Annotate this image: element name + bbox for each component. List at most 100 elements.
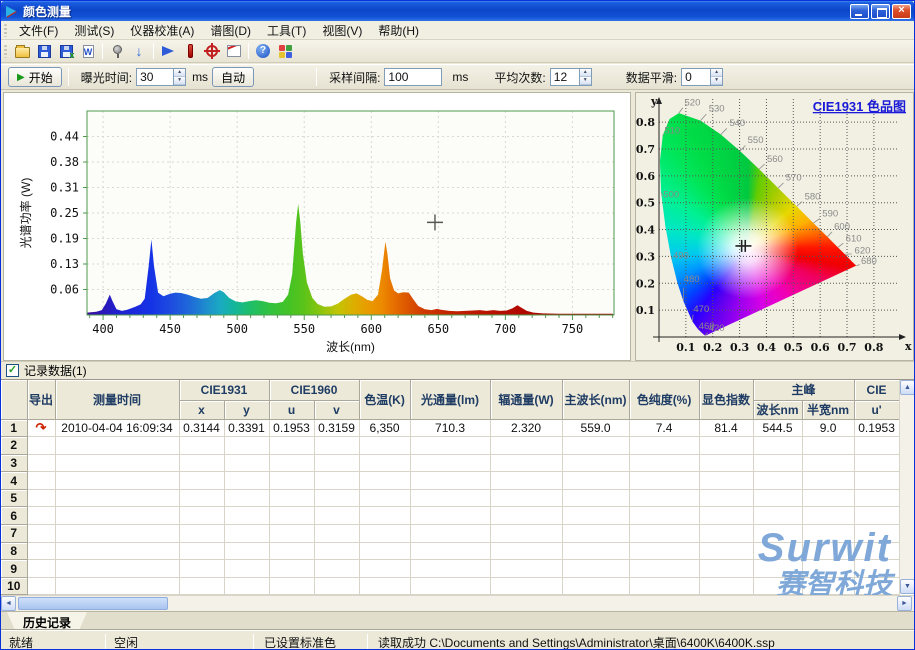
data-cell <box>314 472 359 490</box>
data-cell: 0.1953 <box>269 419 314 437</box>
spectrum-chart[interactable]: 4004505005506006507007500.060.130.190.25… <box>3 92 631 361</box>
download-arrow-icon[interactable]: ↓ <box>128 41 150 61</box>
menu-item-7[interactable]: 帮助(H) <box>370 20 427 41</box>
lamp-icon[interactable] <box>106 41 128 61</box>
toolbar-grip[interactable] <box>4 45 7 58</box>
thermometer-icon[interactable] <box>179 41 201 61</box>
header-radiant-flux[interactable]: 辐通量(W) <box>490 380 562 419</box>
export-arrow-icon[interactable]: ↷ <box>36 420 47 436</box>
header-peak-wl[interactable]: 波长nm <box>753 400 802 419</box>
table-row[interactable]: 4 <box>1 472 899 490</box>
table-row[interactable]: 1↷2010-04-04 16:09:340.31440.33910.19530… <box>1 419 899 437</box>
header-group-cie[interactable]: CIE <box>854 380 899 400</box>
exposure-input[interactable]: 30 <box>136 68 174 86</box>
spectrum-chart-icon[interactable] <box>223 41 245 61</box>
header-export[interactable]: 导出 <box>27 380 55 419</box>
exposure-spinner[interactable]: ▲▼ <box>174 68 186 86</box>
menu-item-6[interactable]: 视图(V) <box>314 20 370 41</box>
table-row[interactable]: 2 <box>1 437 899 455</box>
table-horizontal-scrollbar[interactable]: ◄ ► <box>1 595 914 611</box>
header-group-cie1931[interactable]: CIE1931 <box>179 380 269 400</box>
cie-chromaticity-chart[interactable]: 0.10.10.20.20.30.30.40.40.50.50.60.60.70… <box>635 92 914 361</box>
header-time[interactable]: 测量时间 <box>55 380 179 419</box>
table-row[interactable]: 5 <box>1 489 899 507</box>
scroll-right-button[interactable]: ► <box>897 596 912 611</box>
menu-item-1[interactable]: 文件(F) <box>11 20 66 41</box>
table-row[interactable]: 6 <box>1 507 899 525</box>
row-number: 4 <box>1 472 27 490</box>
data-cell <box>314 507 359 525</box>
close-button[interactable]: × <box>892 4 911 19</box>
target-icon[interactable] <box>201 41 223 61</box>
open-folder-icon <box>15 47 30 58</box>
lamp-icon <box>113 45 122 54</box>
auto-button[interactable]: 自动 <box>212 67 254 87</box>
data-cell <box>854 577 899 595</box>
header-uprime[interactable]: u' <box>854 400 899 419</box>
help-icon[interactable]: ? <box>252 41 274 61</box>
export-cell <box>27 542 55 560</box>
menu-item-2[interactable]: 测试(S) <box>66 20 122 41</box>
row-number: 10 <box>1 577 27 595</box>
menu-item-4[interactable]: 谱图(D) <box>202 20 259 41</box>
header-u[interactable]: u <box>269 400 314 419</box>
data-cell <box>753 560 802 578</box>
hscroll-thumb[interactable] <box>18 597 168 610</box>
spectrum-chart-icon <box>227 45 241 57</box>
color-blocks-icon[interactable] <box>274 41 296 61</box>
data-cell <box>699 472 753 490</box>
scroll-down-button[interactable]: ▼ <box>900 579 915 594</box>
interval-input[interactable]: 100 <box>384 68 442 86</box>
minimize-button[interactable] <box>850 4 869 19</box>
header-cct[interactable]: 色温(K) <box>359 380 410 419</box>
smooth-spinner[interactable]: ▲▼ <box>711 68 723 86</box>
svg-text:0.3: 0.3 <box>730 341 749 354</box>
data-cell <box>753 525 802 543</box>
average-spinner[interactable]: ▲▼ <box>580 68 592 86</box>
data-cell <box>269 525 314 543</box>
menu-item-3[interactable]: 仪器校准(A) <box>122 20 202 41</box>
header-peak-halfwidth[interactable]: 半宽nm <box>802 400 854 419</box>
header-dominant-wl[interactable]: 主波长(nm) <box>562 380 629 419</box>
table-row[interactable]: 8 <box>1 542 899 560</box>
header-group-peak[interactable]: 主峰 <box>753 380 854 400</box>
header-v[interactable]: v <box>314 400 359 419</box>
header-y[interactable]: y <box>224 400 269 419</box>
data-cell <box>314 577 359 595</box>
header-purity[interactable]: 色纯度(%) <box>629 380 699 419</box>
status-idle: 空闲 <box>114 634 138 650</box>
menu-grip[interactable] <box>4 24 7 37</box>
table-vertical-scrollbar[interactable]: ▲ ▼ <box>899 380 914 594</box>
restore-button[interactable] <box>871 4 890 19</box>
data-cell <box>410 472 490 490</box>
toolbar-separator <box>153 43 154 59</box>
header-group-cie1960[interactable]: CIE1960 <box>269 380 359 400</box>
corner-header <box>1 380 27 419</box>
data-cell <box>802 507 854 525</box>
svg-text:550: 550 <box>748 135 764 146</box>
toolbar-separator <box>248 43 249 59</box>
scroll-up-button[interactable]: ▲ <box>900 380 915 395</box>
data-cell: 710.3 <box>410 419 490 437</box>
header-cri[interactable]: 显色指数 <box>699 380 753 419</box>
record-data-checkbox[interactable]: ✓ <box>6 364 19 377</box>
export-word-icon[interactable]: W <box>77 41 99 61</box>
header-x[interactable]: x <box>179 400 224 419</box>
table-row[interactable]: 7 <box>1 525 899 543</box>
table-row[interactable]: 9 <box>1 560 899 578</box>
header-luminous-flux[interactable]: 光通量(lm) <box>410 380 490 419</box>
export-excel-icon[interactable]: x <box>55 41 77 61</box>
average-input[interactable]: 12 <box>550 68 580 86</box>
table-row[interactable]: 3 <box>1 454 899 472</box>
table-row[interactable]: 10 <box>1 577 899 595</box>
scroll-left-button[interactable]: ◄ <box>1 596 16 611</box>
flag-icon[interactable] <box>157 41 179 61</box>
menu-item-5[interactable]: 工具(T) <box>259 20 314 41</box>
start-button[interactable]: ▶ 开始 <box>8 67 62 87</box>
data-cell <box>269 472 314 490</box>
data-cell <box>490 437 562 455</box>
data-cell <box>224 454 269 472</box>
open-folder-icon[interactable] <box>11 41 33 61</box>
save-icon[interactable] <box>33 41 55 61</box>
smooth-input[interactable]: 0 <box>681 68 711 86</box>
